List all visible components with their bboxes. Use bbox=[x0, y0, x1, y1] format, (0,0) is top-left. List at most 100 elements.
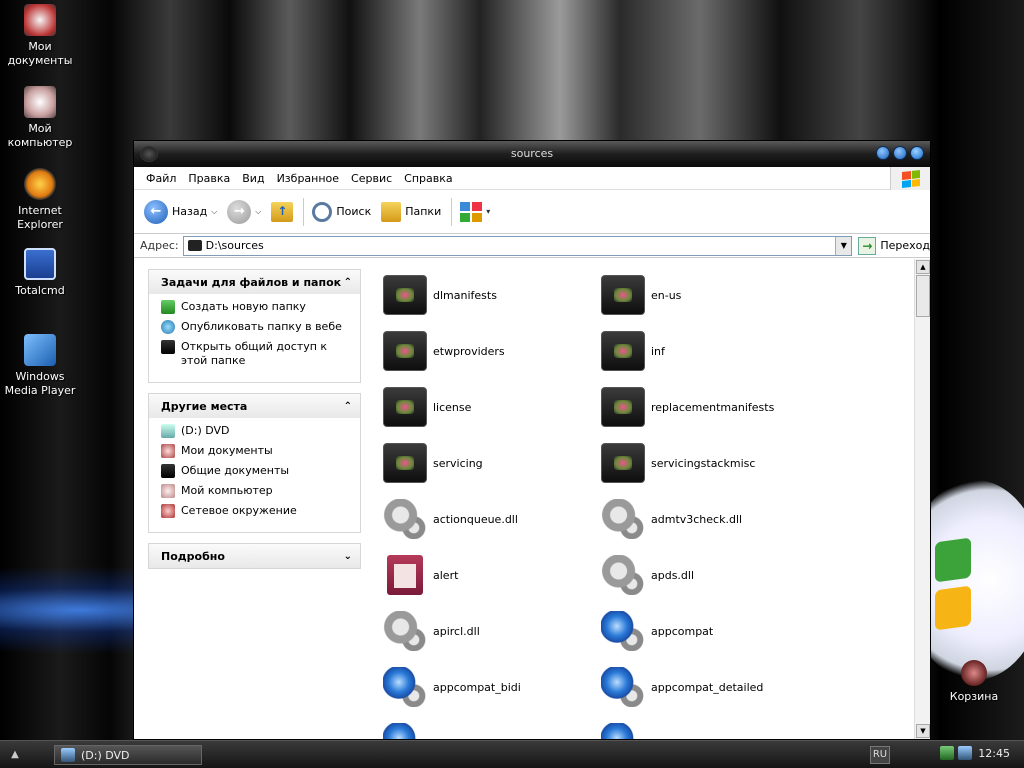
panel-header[interactable]: Задачи для файлов и папок ⌃ bbox=[149, 270, 360, 294]
my-documents-icon bbox=[161, 444, 175, 458]
file-name: appcompat bbox=[651, 624, 714, 638]
minimize-icon[interactable] bbox=[876, 146, 890, 160]
globe-icon bbox=[601, 611, 645, 651]
expand-icon[interactable]: ⌄ bbox=[344, 551, 352, 562]
file-item[interactable]: appcompat_detailed_bidi_txt bbox=[601, 715, 819, 739]
toolbar: ← Назад ⌵ → ⌵ ↑ Поиск Папки ▾ bbox=[134, 190, 930, 234]
file-name: servicingstackmisc bbox=[651, 456, 756, 470]
up-folder-icon: ↑ bbox=[271, 201, 294, 222]
file-item[interactable]: servicingstackmisc bbox=[601, 435, 819, 491]
desktop-icon-label: Корзина bbox=[949, 690, 999, 703]
chevron-down-icon: ▾ bbox=[486, 207, 491, 216]
task-share-folder[interactable]: Открыть общий доступ к этой папке bbox=[161, 340, 352, 368]
menu-tools[interactable]: Сервис bbox=[345, 172, 398, 185]
desktop-icon-label: Totalcmd bbox=[15, 284, 65, 297]
network-tray-icon[interactable] bbox=[940, 746, 954, 760]
file-item[interactable]: appcompat bbox=[601, 603, 819, 659]
menu-favorites[interactable]: Избранное bbox=[271, 172, 345, 185]
recycle-bin-icon bbox=[961, 660, 987, 686]
file-name: dlmanifests bbox=[433, 288, 497, 302]
forward-button[interactable]: → ⌵ bbox=[227, 199, 261, 224]
task-new-folder[interactable]: Создать новую папку bbox=[161, 300, 352, 314]
file-item[interactable]: license bbox=[383, 379, 601, 435]
place-dvd[interactable]: (D:) DVD bbox=[161, 424, 352, 438]
views-icon bbox=[460, 201, 483, 222]
address-input[interactable]: D:\sources ▼ bbox=[182, 235, 853, 256]
internet-explorer-icon bbox=[24, 168, 56, 200]
back-button[interactable]: ← Назад ⌵ bbox=[144, 199, 217, 224]
window-menu-icon[interactable] bbox=[140, 146, 158, 162]
go-arrow-icon: → bbox=[858, 236, 877, 255]
drive-icon bbox=[187, 240, 202, 251]
address-dropdown-button[interactable]: ▼ bbox=[835, 236, 852, 255]
share-icon bbox=[161, 340, 175, 354]
place-network[interactable]: Сетевое окружение bbox=[161, 504, 352, 518]
file-name: license bbox=[433, 400, 472, 414]
folder-icon bbox=[601, 275, 645, 315]
file-item[interactable]: replacementmanifests bbox=[601, 379, 819, 435]
place-shared-documents[interactable]: Общие документы bbox=[161, 464, 352, 478]
panel-other-places: Другие места ⌃ (D:) DVD Мои документы Об… bbox=[148, 393, 361, 533]
maximize-icon[interactable] bbox=[893, 146, 907, 160]
place-my-documents[interactable]: Мои документы bbox=[161, 444, 352, 458]
place-my-computer[interactable]: Мой компьютер bbox=[161, 484, 352, 498]
scroll-thumb[interactable] bbox=[916, 275, 930, 317]
taskbar-item-dvd[interactable]: (D:) DVD bbox=[54, 745, 202, 765]
desktop-icon-windows-media-player[interactable]: Windows Media Player bbox=[2, 334, 78, 398]
file-name: en-us bbox=[651, 288, 682, 302]
file-item[interactable]: appcompat_detailed_bidi bbox=[383, 715, 601, 739]
title-bar[interactable]: sources bbox=[134, 141, 930, 167]
task-publish-web[interactable]: Опубликовать папку в вебе bbox=[161, 320, 352, 334]
file-item[interactable]: appcompat_bidi bbox=[383, 659, 601, 715]
folders-icon bbox=[381, 201, 402, 222]
collapse-icon[interactable]: ⌃ bbox=[344, 401, 352, 412]
menu-edit[interactable]: Правка bbox=[182, 172, 236, 185]
folder-icon bbox=[601, 443, 645, 483]
go-button[interactable]: → Переход bbox=[858, 236, 930, 255]
file-item[interactable]: dlmanifests bbox=[383, 267, 601, 323]
scroll-down-button[interactable]: ▼ bbox=[916, 724, 930, 738]
file-item[interactable]: appcompat_detailed bbox=[601, 659, 819, 715]
desktop-icon-recycle-bin[interactable]: Корзина bbox=[936, 660, 1012, 704]
file-item[interactable]: admtv3check.dll bbox=[601, 491, 819, 547]
file-name: apircl.dll bbox=[433, 624, 480, 638]
publish-web-icon bbox=[161, 320, 175, 334]
menu-file[interactable]: Файл bbox=[140, 172, 182, 185]
file-item[interactable]: apds.dll bbox=[601, 547, 819, 603]
desktop-icon-totalcmd[interactable]: Totalcmd bbox=[2, 248, 78, 298]
panel-header[interactable]: Другие места ⌃ bbox=[149, 394, 360, 418]
desktop-icon-my-documents[interactable]: Мои документы bbox=[2, 4, 78, 68]
file-item[interactable]: actionqueue.dll bbox=[383, 491, 601, 547]
file-item[interactable]: servicing bbox=[383, 435, 601, 491]
language-indicator[interactable]: RU bbox=[870, 746, 890, 764]
file-item[interactable]: apircl.dll bbox=[383, 603, 601, 659]
file-name: appcompat_detailed bbox=[651, 680, 764, 694]
vertical-scrollbar[interactable]: ▲ ▼ bbox=[914, 259, 930, 739]
panel-header[interactable]: Подробно ⌄ bbox=[149, 544, 360, 568]
dvd-window-icon bbox=[61, 748, 75, 762]
desktop-icon-label: Мой компьютер bbox=[7, 122, 73, 149]
file-name: etwproviders bbox=[433, 344, 505, 358]
search-button[interactable]: Поиск bbox=[312, 201, 371, 222]
menu-help[interactable]: Справка bbox=[398, 172, 458, 185]
file-item[interactable]: en-us bbox=[601, 267, 819, 323]
up-folder-button[interactable]: ↑ bbox=[271, 201, 294, 222]
scroll-up-button[interactable]: ▲ bbox=[916, 260, 930, 274]
folders-button[interactable]: Папки bbox=[381, 201, 441, 222]
file-item[interactable]: inf bbox=[601, 323, 819, 379]
file-item[interactable]: alert bbox=[383, 547, 601, 603]
globe-icon bbox=[383, 667, 427, 707]
close-icon[interactable] bbox=[910, 146, 924, 160]
gear-icon bbox=[601, 499, 645, 539]
menu-view[interactable]: Вид bbox=[236, 172, 270, 185]
desktop-icon-internet-explorer[interactable]: Internet Explorer bbox=[2, 168, 78, 232]
desktop-icon-my-computer[interactable]: Мой компьютер bbox=[2, 86, 78, 150]
display-tray-icon[interactable] bbox=[958, 746, 972, 760]
file-item[interactable]: etwproviders bbox=[383, 323, 601, 379]
back-arrow-icon: ← bbox=[144, 199, 168, 224]
gif-icon bbox=[387, 555, 423, 595]
file-name: inf bbox=[651, 344, 665, 358]
start-button[interactable]: ▲ bbox=[4, 745, 26, 765]
collapse-icon[interactable]: ⌃ bbox=[344, 277, 352, 288]
views-button[interactable]: ▾ bbox=[460, 201, 491, 222]
